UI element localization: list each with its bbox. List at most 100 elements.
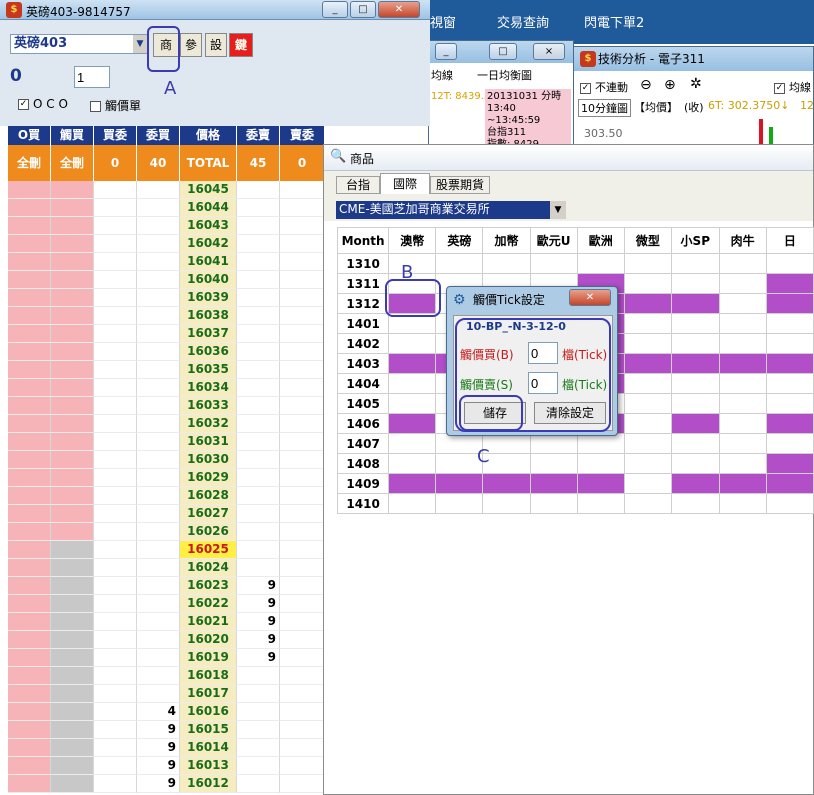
ladder-row[interactable]: 16021 9 — [8, 613, 325, 631]
ladder-cell[interactable] — [137, 451, 180, 469]
product-cell[interactable] — [576, 493, 625, 514]
product-cell[interactable] — [765, 253, 814, 274]
ladder-row[interactable]: 16045 — [8, 181, 325, 199]
product-cell[interactable] — [529, 473, 578, 494]
ladder-cell[interactable] — [51, 739, 94, 757]
product-cell[interactable] — [576, 473, 625, 494]
ladder-cell[interactable] — [8, 757, 51, 775]
ladder-row[interactable]: 16044 — [8, 199, 325, 217]
ladder-cell[interactable] — [237, 523, 280, 541]
ladder-row[interactable]: 16019 9 — [8, 649, 325, 667]
product-cell[interactable] — [670, 433, 720, 454]
menu-item-window[interactable]: 視窗 — [430, 12, 456, 31]
column-header[interactable]: 英磅 — [435, 227, 484, 254]
ladder-cell[interactable] — [94, 541, 137, 559]
ladder-cell[interactable] — [237, 559, 280, 577]
ladder-cell[interactable] — [280, 343, 325, 361]
price-cell[interactable]: 16026 — [180, 523, 237, 541]
minimize-button[interactable]: _ — [322, 1, 348, 18]
ladder-cell[interactable] — [237, 181, 280, 199]
ladder-cell[interactable] — [137, 595, 180, 613]
product-cell[interactable] — [765, 353, 814, 374]
product-cell[interactable] — [670, 413, 720, 434]
ladder-cell[interactable] — [51, 649, 94, 667]
product-cell[interactable] — [765, 433, 814, 454]
price-cell[interactable]: 16038 — [180, 307, 237, 325]
ladder-cell[interactable] — [280, 541, 325, 559]
ladder-cell[interactable] — [94, 181, 137, 199]
ladder-cell[interactable] — [51, 379, 94, 397]
ladder-cell[interactable] — [51, 343, 94, 361]
product-cell[interactable] — [718, 393, 767, 414]
ladder-cell[interactable] — [51, 703, 94, 721]
ladder-row[interactable]: 16037 — [8, 325, 325, 343]
ladder-cell[interactable]: 9 — [237, 595, 280, 613]
ladder-cell[interactable] — [137, 613, 180, 631]
ladder-cell[interactable] — [51, 721, 94, 739]
product-cell[interactable] — [388, 393, 437, 414]
chevron-down-icon[interactable]: ▼ — [550, 201, 566, 219]
ladder-row[interactable]: 16043 — [8, 217, 325, 235]
ladder-cell[interactable] — [8, 667, 51, 685]
product-cell[interactable] — [388, 433, 437, 454]
product-cell[interactable] — [482, 433, 531, 454]
ladder-cell[interactable] — [94, 307, 137, 325]
zoom-out-icon[interactable]: ⊖ — [640, 77, 652, 93]
ladder-cell[interactable] — [137, 487, 180, 505]
price-cell[interactable]: 16021 — [180, 613, 237, 631]
product-cell[interactable] — [623, 353, 672, 374]
ladder-cell[interactable] — [8, 469, 51, 487]
product-cell[interactable] — [765, 393, 814, 414]
maximize-button[interactable]: □ — [350, 1, 376, 18]
ladder-cell[interactable] — [237, 307, 280, 325]
ladder-cell[interactable] — [137, 307, 180, 325]
ladder-cell[interactable] — [237, 685, 280, 703]
key-button[interactable]: 鍵 — [229, 33, 253, 57]
ladder-cell[interactable] — [137, 415, 180, 433]
ladder-cell[interactable] — [51, 685, 94, 703]
product-cell[interactable] — [388, 453, 437, 474]
product-cell[interactable] — [623, 453, 672, 474]
ladder-row[interactable]: 16039 — [8, 289, 325, 307]
ladder-cell[interactable] — [280, 217, 325, 235]
ladder-cell[interactable] — [280, 181, 325, 199]
product-cell[interactable] — [718, 453, 767, 474]
product-cell[interactable] — [670, 293, 720, 314]
ladder-cell[interactable] — [8, 775, 51, 793]
ladder-cell[interactable] — [51, 469, 94, 487]
product-cell[interactable] — [718, 433, 767, 454]
ladder-cell[interactable] — [137, 217, 180, 235]
ladder-cell[interactable] — [51, 289, 94, 307]
ladder-cell[interactable] — [237, 433, 280, 451]
ladder-cell[interactable] — [280, 415, 325, 433]
ladder-cell[interactable] — [137, 379, 180, 397]
ladder-cell[interactable] — [51, 487, 94, 505]
ladder-cell[interactable]: 4 — [137, 703, 180, 721]
price-cell[interactable]: 16035 — [180, 361, 237, 379]
ladder-row[interactable]: 16035 — [8, 361, 325, 379]
ladder-cell[interactable] — [8, 613, 51, 631]
product-cell[interactable] — [576, 253, 625, 274]
ladder-cell[interactable] — [280, 307, 325, 325]
product-cell[interactable] — [765, 293, 814, 314]
product-cell[interactable] — [670, 253, 720, 274]
ladder-cell[interactable] — [280, 469, 325, 487]
ladder-cell[interactable] — [237, 667, 280, 685]
ladder-cell[interactable] — [51, 523, 94, 541]
ladder-cell[interactable] — [51, 307, 94, 325]
ladder-cell[interactable] — [8, 685, 51, 703]
quantity-input[interactable] — [74, 66, 110, 88]
ladder-cell[interactable] — [51, 631, 94, 649]
product-cell[interactable] — [623, 373, 672, 394]
ladder-cell[interactable] — [280, 325, 325, 343]
ladder-cell[interactable] — [237, 343, 280, 361]
ladder-cell[interactable] — [237, 487, 280, 505]
product-cell[interactable] — [435, 453, 484, 474]
ladder-cell[interactable] — [8, 541, 51, 559]
ladder-row[interactable]: 16026 — [8, 523, 325, 541]
ladder-row[interactable]: 16040 — [8, 271, 325, 289]
product-cell[interactable] — [435, 473, 484, 494]
ladder-row[interactable]: 16022 9 — [8, 595, 325, 613]
ladder-cell[interactable] — [94, 379, 137, 397]
ladder-cell[interactable] — [94, 703, 137, 721]
